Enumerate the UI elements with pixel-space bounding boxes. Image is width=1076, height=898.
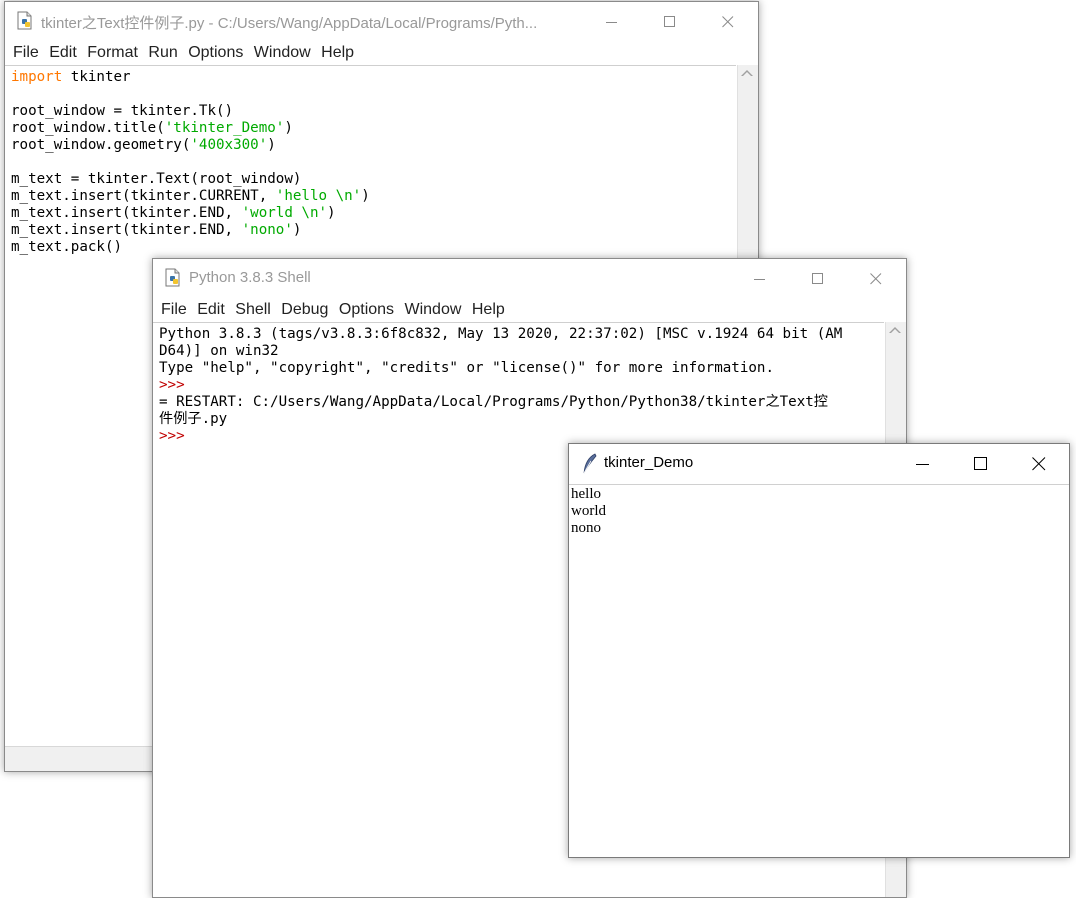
string-token: 'hello \n' [275,188,362,204]
keyword-token: import [11,69,63,85]
shell-line: D64)] on win32 [159,343,842,360]
demo-text-line: world [571,503,606,519]
code-token: m_text = tkinter.Text(root_window) [11,171,302,187]
maximize-icon [664,15,675,27]
shell-titlebar[interactable]: Python 3.8.3 Shell [153,259,906,298]
minimize-icon [606,21,617,23]
code-token: m_text.insert(tkinter.CURRENT, [11,188,276,204]
code-token: ) [284,120,293,136]
code-line: m_text.insert(tkinter.END, 'world \n') [11,205,370,222]
close-icon [722,15,734,27]
shell-maximize-button[interactable] [789,259,847,298]
demo-text-line: hello [571,486,601,502]
shell-line: = RESTART: C:/Users/Wang/AppData/Local/P… [159,394,842,411]
code-token: Python 3.8.3 (tags/v3.8.3:6f8c832, May 1… [159,326,843,342]
shell-menu-file[interactable]: File [158,298,190,322]
code-token: ) [327,205,336,221]
maximize-icon [974,457,987,470]
code-token: D64)] on win32 [159,343,279,359]
minimize-icon [916,464,929,465]
editor-code[interactable]: import tkinter root_window = tkinter.Tk()… [11,69,370,256]
demo-text-content[interactable]: hello world nono [571,486,606,537]
shell-menu-window[interactable]: Window [402,298,465,322]
shell-menu-debug[interactable]: Debug [278,298,331,322]
shell-title: Python 3.8.3 Shell [189,269,311,286]
editor-minimize-button[interactable] [583,2,641,41]
scroll-up-arrow-icon[interactable] [889,327,901,333]
idle-file-icon [163,268,183,288]
editor-menu-file[interactable]: File [10,41,42,65]
string-token: 'world \n' [241,205,328,221]
shell-line: 件例子.py [159,411,842,428]
shell-prompt: >>> [159,377,185,393]
code-token: m_text.insert(tkinter.END, [11,205,242,221]
shell-minimize-button[interactable] [731,259,789,298]
demo-maximize-button[interactable] [952,444,1010,484]
shell-menu-help[interactable]: Help [469,298,508,322]
code-line: m_text.insert(tkinter.END, 'nono') [11,222,370,239]
editor-title: tkinter之Text控件例子.py - C:/Users/Wang/AppD… [41,15,538,32]
editor-menu-run[interactable]: Run [145,41,180,65]
demo-text-widget[interactable]: hello world nono [569,484,1069,857]
code-line: root_window = tkinter.Tk() [11,103,370,120]
string-token: 'tkinter_Demo' [164,120,285,136]
editor-titlebar[interactable]: tkinter之Text控件例子.py - C:/Users/Wang/AppD… [5,2,758,41]
editor-menu-format[interactable]: Format [84,41,141,65]
editor-menubar: File Edit Format Run Options Window Help [5,41,758,65]
shell-line: Python 3.8.3 (tags/v3.8.3:6f8c832, May 1… [159,326,842,343]
close-icon [870,272,882,284]
idle-file-icon [15,11,35,31]
code-token: m_text.pack() [11,239,123,255]
shell-output[interactable]: Python 3.8.3 (tags/v3.8.3:6f8c832, May 1… [159,326,842,445]
code-token: root_window.title( [11,120,165,136]
editor-menu-window[interactable]: Window [251,41,314,65]
scroll-up-arrow-icon[interactable] [741,70,753,76]
code-line: m_text.pack() [11,239,370,256]
editor-menu-help[interactable]: Help [318,41,357,65]
code-token: ) [361,188,370,204]
demo-minimize-button[interactable] [894,444,952,484]
shell-line: >>> [159,377,842,394]
code-token: Type "help", "copyright", "credits" or "… [159,360,774,376]
code-token: m_text.insert(tkinter.END, [11,222,242,238]
string-token: 'nono' [241,222,293,238]
demo-title: tkinter_Demo [604,454,694,471]
editor-close-button[interactable] [699,2,757,41]
shell-close-button[interactable] [847,259,905,298]
code-token: = RESTART: C:/Users/Wang/AppData/Local/P… [159,394,828,410]
shell-line: Type "help", "copyright", "credits" or "… [159,360,842,377]
code-token: root_window = tkinter.Tk() [11,103,234,119]
shell-menu-edit[interactable]: Edit [194,298,228,322]
maximize-icon [812,272,823,284]
code-line: root_window.geometry('400x300') [11,137,370,154]
shell-menu-options[interactable]: Options [336,298,397,322]
code-line: import tkinter [11,69,370,86]
code-token: root_window.geometry( [11,137,191,153]
code-token: ) [292,222,302,238]
demo-window: tkinter_Demo hello world nono [568,443,1070,858]
code-line: root_window.title('tkinter_Demo') [11,120,370,137]
minimize-icon [754,278,765,280]
shell-prompt: >>> [159,428,185,444]
editor-menu-edit[interactable]: Edit [46,41,80,65]
string-token: '400x300' [190,137,268,153]
editor-menu-options[interactable]: Options [185,41,246,65]
tk-feather-icon [581,453,601,474]
editor-maximize-button[interactable] [641,2,699,41]
code-line: m_text.insert(tkinter.CURRENT, 'hello \n… [11,188,370,205]
shell-menubar: File Edit Shell Debug Options Window Hel… [153,298,906,322]
demo-close-button[interactable] [1010,444,1068,484]
code-line: m_text = tkinter.Text(root_window) [11,171,370,188]
code-token: 件例子.py [159,411,228,427]
demo-text-line: nono [571,520,601,536]
shell-menu-shell[interactable]: Shell [232,298,274,322]
code-token: ) [267,137,276,153]
close-icon [1032,457,1046,471]
demo-titlebar[interactable]: tkinter_Demo [569,444,1069,484]
code-token: tkinter [62,69,131,85]
